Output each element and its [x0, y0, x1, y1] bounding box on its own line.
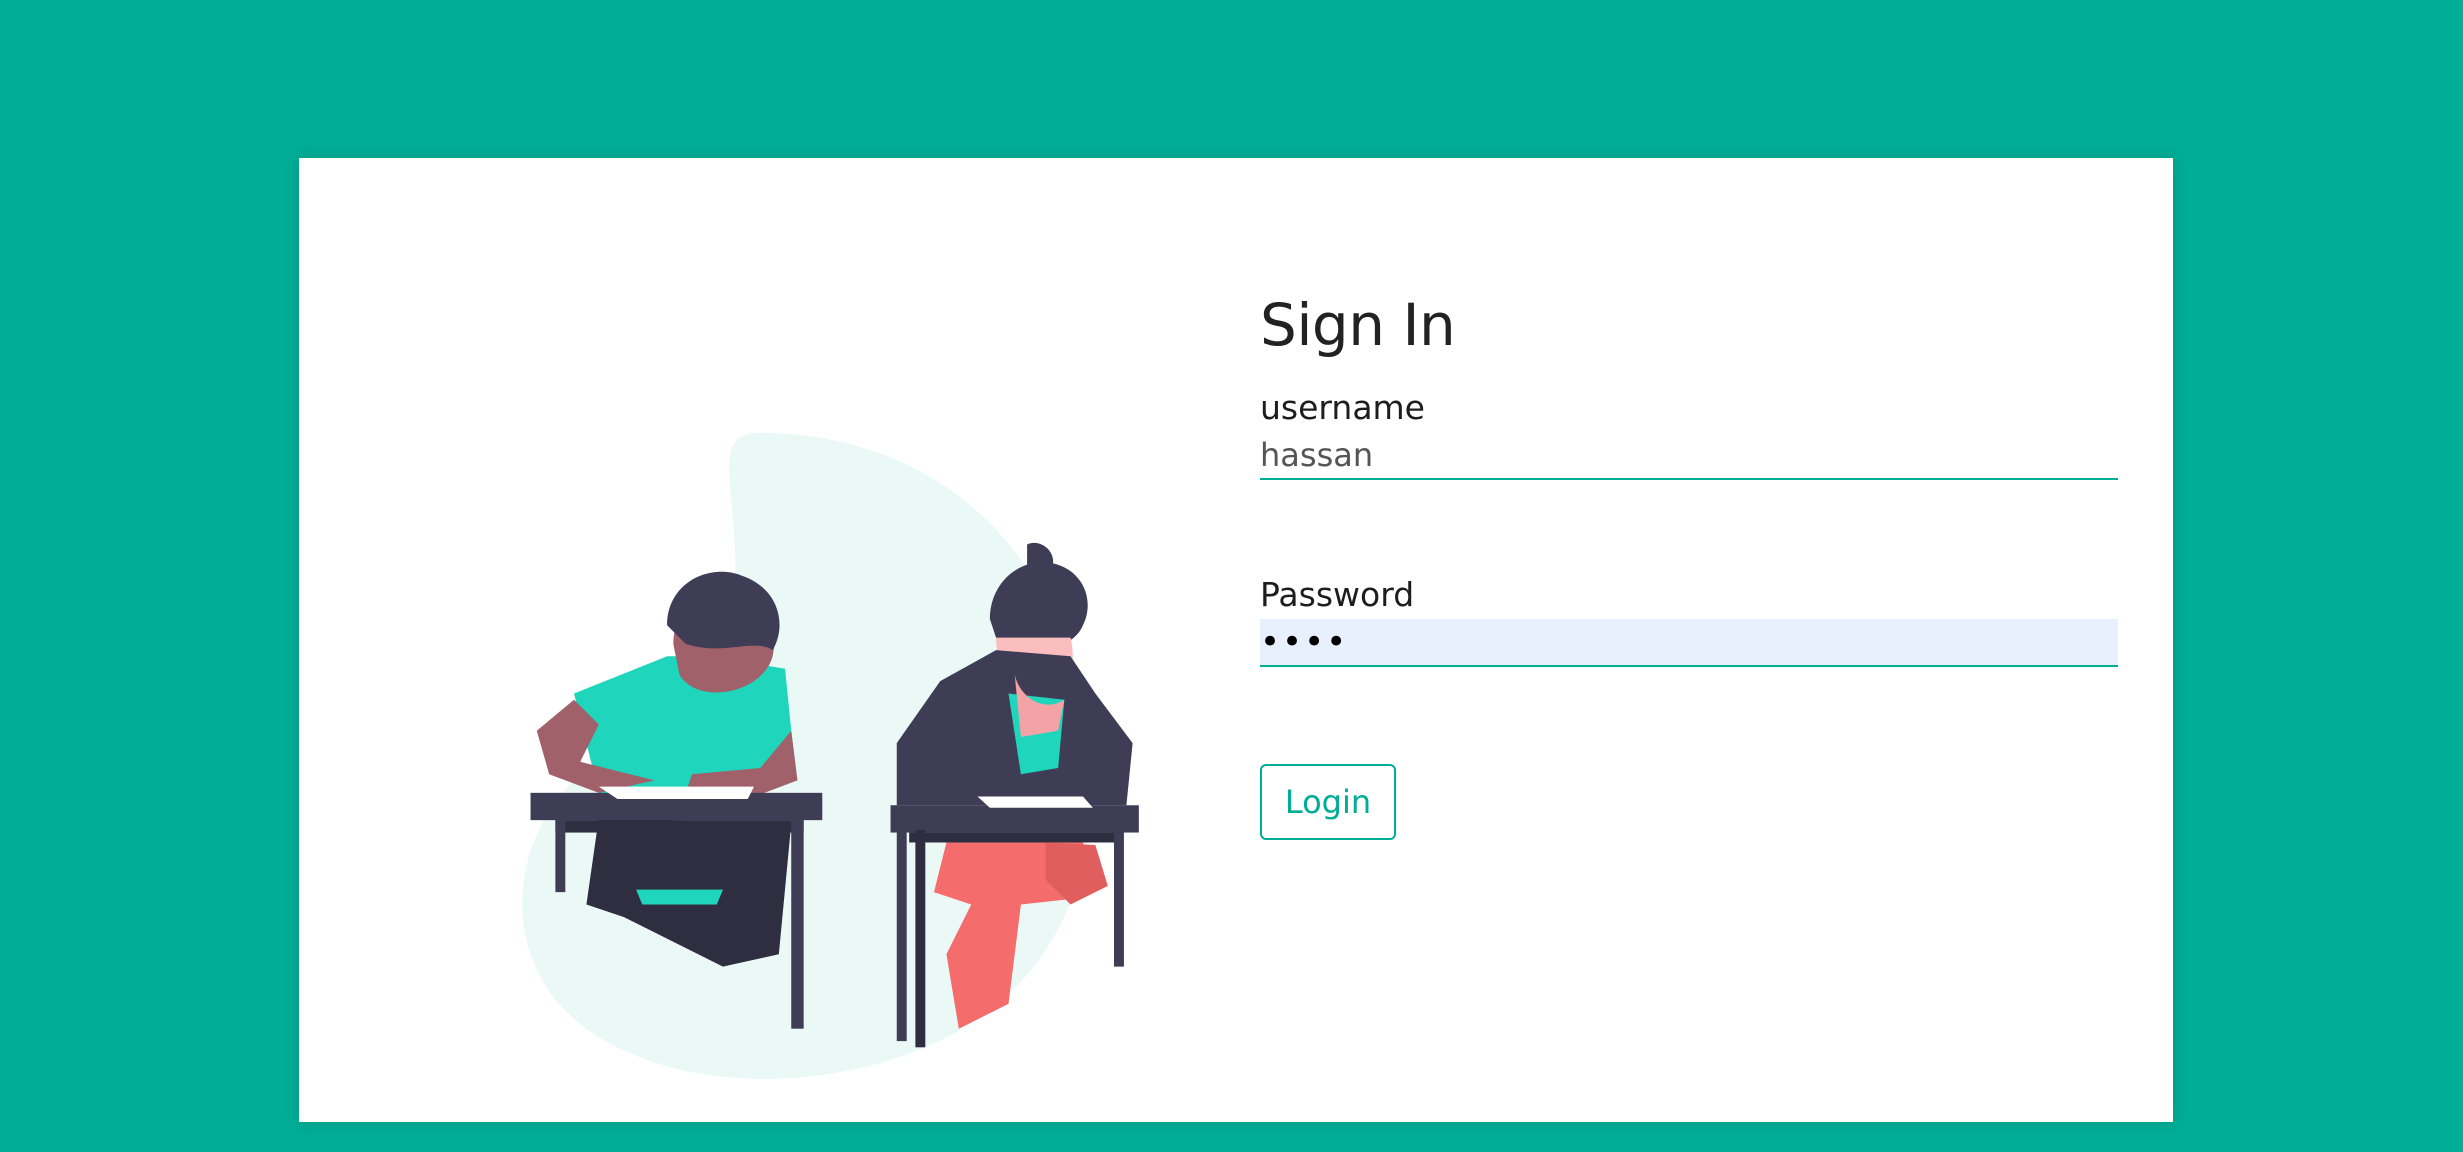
sign-in-form: Sign In username Password Login	[1260, 280, 2118, 840]
username-label: username	[1260, 388, 1425, 427]
login-button[interactable]: Login	[1260, 764, 1396, 840]
username-input[interactable]	[1260, 432, 2118, 480]
login-card: Sign In username Password Login	[299, 158, 2173, 1122]
password-label: Password	[1260, 575, 1415, 614]
password-input[interactable]	[1260, 619, 2118, 667]
page-title: Sign In	[1260, 291, 1456, 359]
